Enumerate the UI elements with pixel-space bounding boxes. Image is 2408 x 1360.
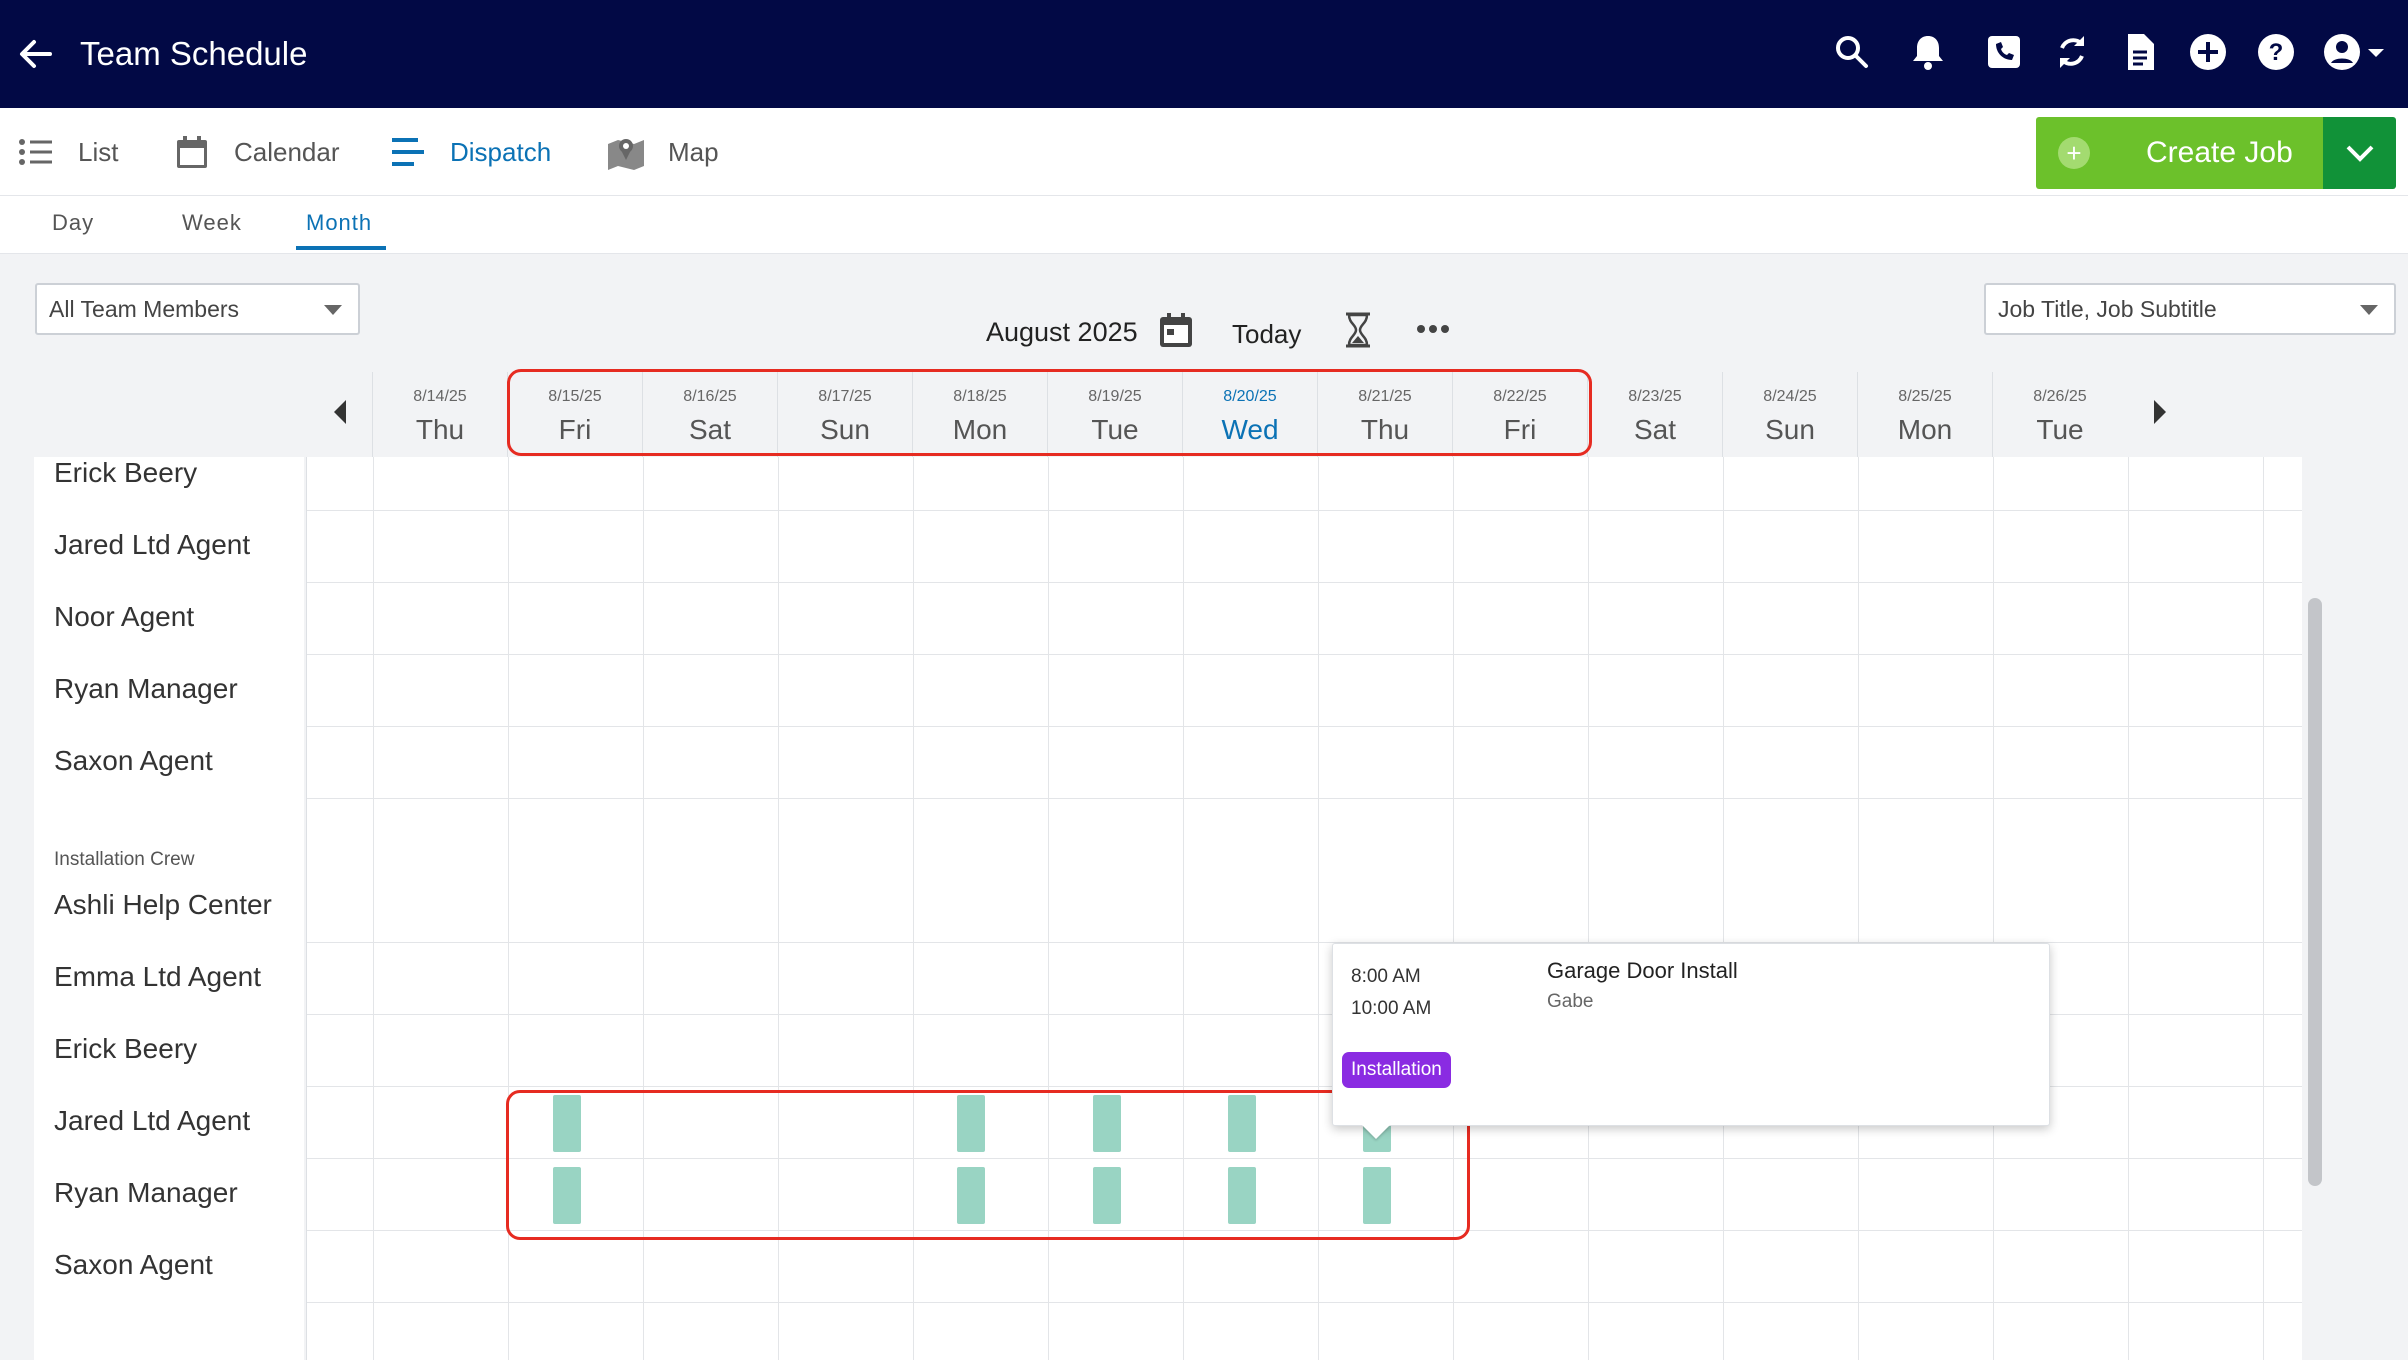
date-column-header[interactable]: 8/24/25 Sun [1722, 372, 1857, 457]
plus-icon: + [2058, 137, 2090, 169]
caret-down-icon [2360, 305, 2378, 315]
caret-down-icon [324, 305, 342, 315]
top-bar: Team Schedule ? [0, 0, 2408, 108]
member-name: Saxon Agent [54, 745, 213, 776]
display-fields-select-value: Job Title, Job Subtitle [1998, 295, 2217, 322]
grid-column-line [2263, 457, 2264, 1360]
tooltip-pointer [1362, 1125, 1390, 1139]
grid-column-line [1858, 457, 1859, 1360]
date-range-highlight [507, 369, 1592, 456]
tab-day[interactable]: Day [52, 210, 94, 236]
back-arrow-icon[interactable] [14, 32, 58, 76]
list-icon [16, 132, 56, 172]
view-tab-calendar-label: Calendar [234, 136, 340, 167]
dispatch-icon [388, 132, 428, 172]
more-options-icon[interactable] [1416, 322, 1450, 340]
member-name: Erick Beery [54, 457, 198, 488]
view-tab-map[interactable]: Map [606, 128, 719, 176]
grid-column-line [373, 457, 374, 1360]
group-label: Installation Crew [54, 849, 195, 870]
search-icon[interactable] [1830, 30, 1874, 74]
job-tag: Installation [1342, 1052, 1451, 1088]
grid-row-line [307, 798, 2303, 799]
job-tooltip[interactable]: 8:00 AM 10:00 AM Garage Door Install Gab… [1332, 943, 2050, 1126]
weekday-label: Sun [1765, 414, 1815, 445]
account-icon[interactable] [2320, 30, 2364, 74]
view-tab-calendar[interactable]: Calendar [172, 128, 340, 176]
grid-column-line [1993, 457, 1994, 1360]
page-title: Team Schedule [80, 35, 308, 72]
weekday-label: Sat [1633, 414, 1677, 445]
active-tab-indicator [296, 246, 386, 250]
date-label: 8/14/25 [413, 388, 467, 405]
display-fields-select[interactable]: Job Title, Job Subtitle [1984, 283, 2396, 335]
sync-icon[interactable] [2050, 30, 2094, 74]
member-name: Jared Ltd Agent [54, 1105, 251, 1136]
job-subtitle: Gabe [1547, 991, 1594, 1012]
weekday-label: Tue [2036, 414, 2084, 445]
svg-text:?: ? [2269, 39, 2284, 66]
view-tab-list[interactable]: List [16, 128, 118, 176]
create-job-dropdown-button[interactable] [2323, 117, 2396, 189]
map-icon [606, 132, 646, 172]
team-members-select-value: All Team Members [49, 295, 240, 322]
date-label: 8/26/25 [2033, 388, 2087, 405]
member-name: Jared Ltd Agent [54, 529, 251, 560]
caret-down-icon[interactable] [2364, 30, 2388, 74]
member-name: Ashli Help Center [54, 889, 272, 920]
grid-column-line [1588, 457, 1589, 1360]
create-job-button[interactable]: + Create Job [2036, 117, 2323, 189]
date-column-header[interactable]: 8/25/25 Mon [1857, 372, 1992, 457]
view-tab-list-label: List [78, 136, 119, 167]
job-start-time: 8:00 AM [1351, 966, 1421, 987]
member-name: Noor Agent [54, 601, 195, 632]
view-tab-dispatch[interactable]: Dispatch [388, 128, 551, 176]
phone-icon[interactable] [1982, 30, 2026, 74]
member-name: Emma Ltd Agent [54, 961, 262, 992]
weekday-label: Mon [1897, 414, 1953, 445]
date-column-header[interactable]: 8/23/25 Sat [1587, 372, 1722, 457]
grid-column-line [2128, 457, 2129, 1360]
date-label: 8/23/25 [1628, 388, 1682, 405]
member-name: Ryan Manager [54, 673, 238, 704]
period-tabs: Day Week Month [0, 196, 2408, 254]
team-members-select[interactable]: All Team Members [35, 283, 360, 335]
grid-row-line [307, 654, 2303, 655]
view-tab-map-label: Map [668, 136, 719, 167]
grid-column-line [1723, 457, 1724, 1360]
grid-row-line [307, 726, 2303, 727]
date-column-header[interactable]: 8/14/25 Thu [372, 372, 507, 457]
date-label: 8/25/25 [1898, 388, 1952, 405]
calendar-icon [172, 132, 212, 172]
help-icon[interactable]: ? [2254, 30, 2298, 74]
tab-month[interactable]: Month [306, 210, 372, 236]
month-label[interactable]: August 2025 [986, 317, 1138, 348]
member-name: Erick Beery [54, 1033, 198, 1064]
bell-icon[interactable] [1906, 30, 1950, 74]
date-label: 8/24/25 [1763, 388, 1817, 405]
document-icon[interactable] [2118, 30, 2162, 74]
today-button[interactable]: Today [1232, 319, 1301, 350]
date-column-header[interactable]: 8/26/25 Tue [1992, 372, 2127, 457]
grid-row-line [307, 510, 2303, 511]
job-blocks-highlight [506, 1090, 1470, 1240]
job-title: Garage Door Install [1547, 958, 1738, 983]
tab-week[interactable]: Week [182, 210, 242, 236]
create-job-label: Create Job [2146, 136, 2293, 169]
grid-row-line [307, 1302, 2303, 1303]
scrollbar-thumb[interactable] [2308, 598, 2322, 1186]
hourglass-icon[interactable] [1344, 311, 1372, 354]
member-name: Saxon Agent [54, 1249, 213, 1280]
weekday-label: Thu [415, 414, 465, 445]
member-name: Ryan Manager [54, 1177, 238, 1208]
plus-circle-icon[interactable] [2186, 30, 2230, 74]
grid-row-line [307, 582, 2303, 583]
calendar-picker-icon[interactable] [1158, 311, 1194, 354]
job-end-time: 10:00 AM [1351, 998, 1432, 1019]
chevron-down-icon [2346, 145, 2373, 162]
create-job-split-button: + Create Job [2036, 117, 2396, 189]
view-tab-dispatch-label: Dispatch [450, 136, 552, 167]
team-member-column: Erick Beery Jared Ltd Agent Noor Agent R… [34, 457, 304, 1360]
